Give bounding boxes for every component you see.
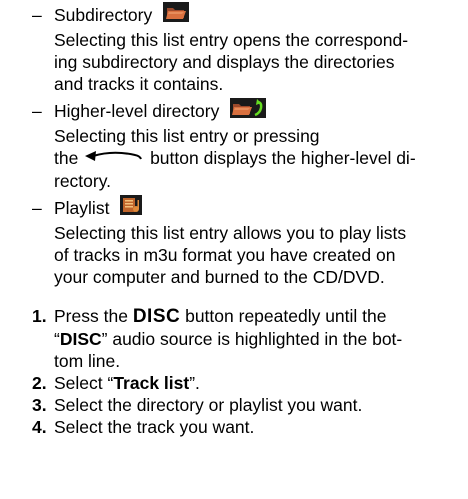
list-entry-types: – Subdirectory Selecting this list entry… <box>32 2 452 293</box>
list-item-higher-level-directory: – Higher-level directory Selecting this … <box>32 98 452 192</box>
step-number: 1. <box>32 306 47 326</box>
entry-description: Selecting this list entry or pressing th… <box>54 126 416 192</box>
entry-title: Subdirectory <box>54 5 153 26</box>
entry-description: Selecting this list entry opens the corr… <box>54 30 409 94</box>
track-list-label: Track list <box>113 373 190 393</box>
bullet-dash: – <box>32 5 42 25</box>
entry-title: Higher-level directory <box>54 101 220 122</box>
bullet-dash: – <box>32 198 42 219</box>
entry-title: Playlist <box>54 198 110 219</box>
disc-source-label: DISC <box>59 329 102 349</box>
entry-description: Selecting this list entry allows you to … <box>54 223 407 288</box>
manual-page: – Subdirectory Selecting this list entry… <box>0 0 468 499</box>
bullet-dash: – <box>32 101 42 121</box>
step-1: 1. Press the DISC button repeatedly unti… <box>32 306 403 371</box>
list-item-subdirectory: – Subdirectory Selecting this list entry… <box>32 2 452 95</box>
instruction-steps: 1. Press the DISC button repeatedly unti… <box>32 305 462 438</box>
list-item-playlist: – Playlist Selecting this list entry all… <box>32 195 452 288</box>
step-2: 2. Select “Track list”. <box>32 373 200 393</box>
step-number: 2. <box>32 373 47 393</box>
step-4: 4. Select the track you want. <box>32 417 255 437</box>
folder-icon <box>163 2 190 27</box>
playlist-icon <box>120 195 143 220</box>
disc-button-label: DISC <box>132 306 181 327</box>
step-3: 3. Select the directory or playlist you … <box>32 395 363 415</box>
step-number: 3. <box>32 395 47 415</box>
back-arrow-icon <box>85 146 143 168</box>
step-number: 4. <box>32 417 47 437</box>
folder-up-icon <box>230 98 267 123</box>
